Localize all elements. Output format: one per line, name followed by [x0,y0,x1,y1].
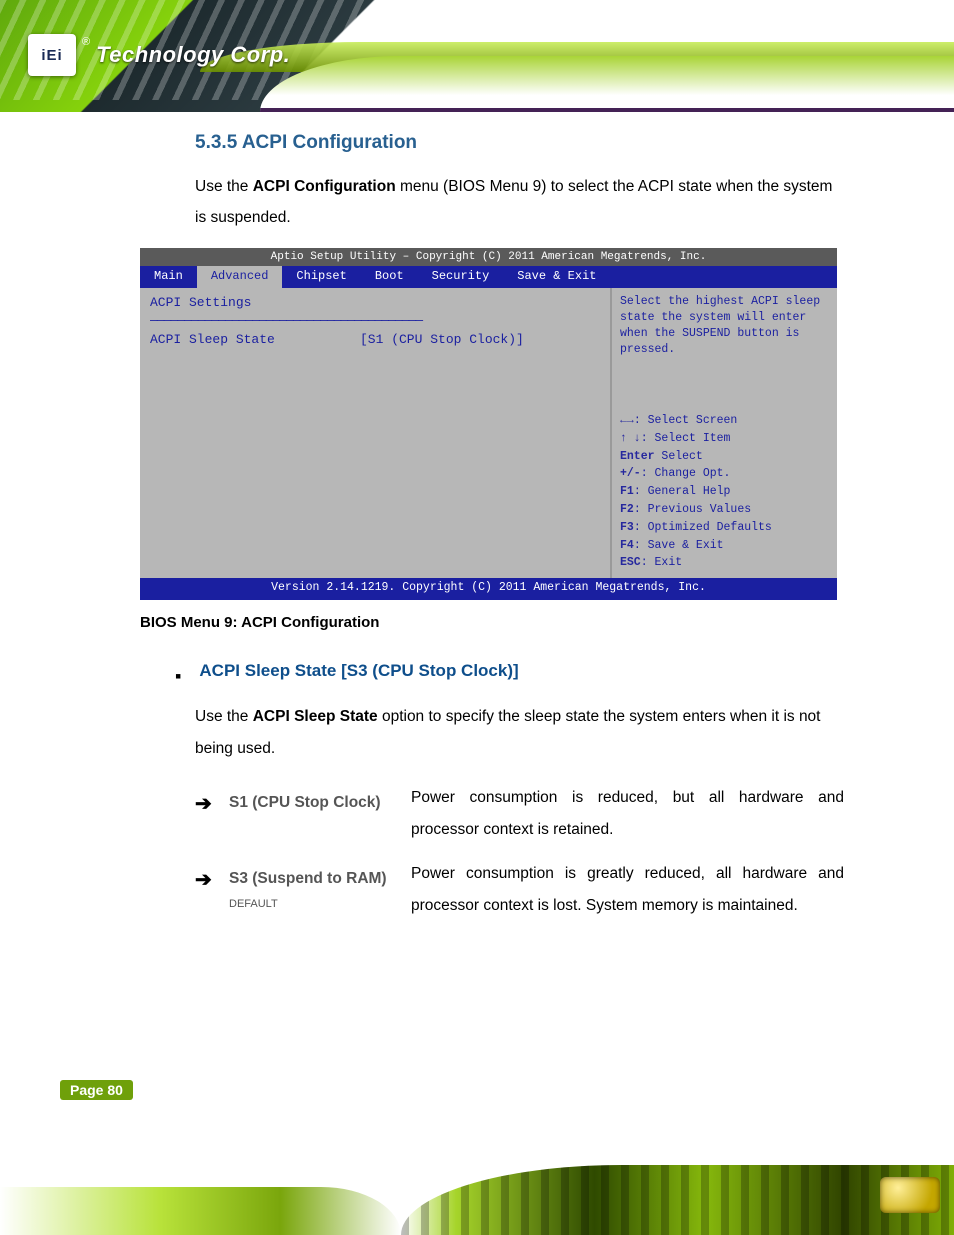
arrow-right-icon: ➔ [195,860,229,901]
bios-title-bar: Aptio Setup Utility – Copyright (C) 2011… [140,248,837,266]
brand-tagline: Technology Corp. [96,44,290,66]
bios-setting-key: ACPI Sleep State [150,331,360,350]
key-desc: : Exit [641,556,682,569]
key-row: +/-: Change Opt. [620,465,829,483]
key-desc: Select [661,450,702,463]
logo-badge: iEi [28,34,76,76]
document-body: 5.3.5 ACPI Configuration Use the ACPI Co… [0,130,954,933]
option-value-row: ➔ S1 (CPU Stop Clock) Power consumption … [195,782,844,846]
bios-right-panel: Select the highest ACPI sleep state the … [612,288,837,579]
bios-rule: ———————————————————————————————————————— [150,312,600,331]
footer-band-right [401,1165,954,1235]
option-value-label: S1 (CPU Stop Clock) [229,794,381,811]
key-row: ↑ ↓: Select Item [620,430,829,448]
option-value-desc: Power consumption is greatly reduced, al… [411,858,844,922]
bios-menu-figure: Aptio Setup Utility – Copyright (C) 2011… [140,248,837,600]
footer-band-left [0,1187,401,1235]
key-desc: : Change Opt. [641,467,731,480]
bios-body: ACPI Settings ——————————————————————————… [140,288,837,579]
bullet-icon: ▪ [175,667,181,685]
key-desc: : Previous Values [634,503,751,516]
key-row: ESC: Exit [620,554,829,572]
key-glyph: ←→ [620,414,634,427]
option-value-name: S3 (Suspend to RAM) DEFAULT [229,863,411,915]
key-glyph: ↑ ↓ [620,432,641,445]
option-title: ACPI Sleep State [S3 (CPU Stop Clock)] [199,661,518,681]
intro-bold: ACPI Configuration [253,178,396,195]
intro-pre: Use the [195,178,253,195]
figure-caption: BIOS Menu 9: ACPI Configuration [140,614,844,631]
footer-capacitor-icon [880,1177,940,1213]
bios-left-panel: ACPI Settings ——————————————————————————… [140,288,612,579]
bios-panel-heading: ACPI Settings [150,294,600,313]
bios-tab-advanced[interactable]: Advanced [197,266,283,287]
bios-key-legend: ←→: Select Screen ↑ ↓: Select Item Enter… [620,412,829,572]
bios-tab-main[interactable]: Main [140,266,197,287]
opt-para-bold: ACPI Sleep State [253,708,378,725]
key-desc: : Optimized Defaults [634,521,772,534]
option-value-name: S1 (CPU Stop Clock) [229,787,411,817]
option-heading-row: ▪ ACPI Sleep State [S3 (CPU Stop Clock)] [175,661,844,685]
option-value-desc: Power consumption is reduced, but all ha… [411,782,844,846]
bios-setting-row[interactable]: ACPI Sleep State [S1 (CPU Stop Clock)] [150,331,600,350]
bios-footer-bar: Version 2.14.1219. Copyright (C) 2011 Am… [140,578,837,600]
key-row: ←→: Select Screen [620,412,829,430]
bios-tab-boot[interactable]: Boot [361,266,418,287]
option-value-label: S3 (Suspend to RAM) [229,870,387,887]
page-footer-graphic [0,1125,954,1235]
option-paragraph: Use the ACPI Sleep State option to speci… [195,701,844,765]
page-number: Page 80 [60,1080,133,1100]
key-glyph: +/- [620,467,641,480]
bios-tab-save[interactable]: Save & Exit [503,266,610,287]
intro-paragraph: Use the ACPI Configuration menu (BIOS Me… [195,171,844,235]
arrow-right-icon: ➔ [195,784,229,825]
option-value-row: ➔ S3 (Suspend to RAM) DEFAULT Power cons… [195,858,844,922]
bios-tab-chipset[interactable]: Chipset [282,266,360,287]
key-desc: : General Help [634,485,731,498]
section-heading: 5.3.5 ACPI Configuration [195,130,844,157]
key-desc: : Select Screen [634,414,738,427]
key-glyph: ESC [620,556,641,569]
key-glyph: F1 [620,485,634,498]
bios-hint-text: Select the highest ACPI sleep state the … [620,294,829,358]
key-row: F4: Save & Exit [620,537,829,555]
page-header-graphic: iEi ® Technology Corp. [0,0,954,112]
key-row: Enter Select [620,448,829,466]
key-glyph: F4 [620,539,634,552]
key-desc: : Save & Exit [634,539,724,552]
key-glyph: Enter [620,450,655,463]
option-default-tag: DEFAULT [229,893,411,916]
bios-tab-security[interactable]: Security [418,266,504,287]
registered-mark: ® [82,36,90,48]
bios-setting-value: [S1 (CPU Stop Clock)] [360,331,524,350]
key-row: F1: General Help [620,483,829,501]
header-swoosh-lower [260,56,954,112]
key-glyph: F3 [620,521,634,534]
key-row: F2: Previous Values [620,501,829,519]
key-row: F3: Optimized Defaults [620,519,829,537]
key-glyph: F2 [620,503,634,516]
logo-text: iEi [41,48,62,63]
brand-logo: iEi ® Technology Corp. [28,34,290,76]
bios-tab-row: Main Advanced Chipset Boot Security Save… [140,266,837,287]
key-desc: : Select Item [641,432,731,445]
opt-para-pre: Use the [195,708,253,725]
